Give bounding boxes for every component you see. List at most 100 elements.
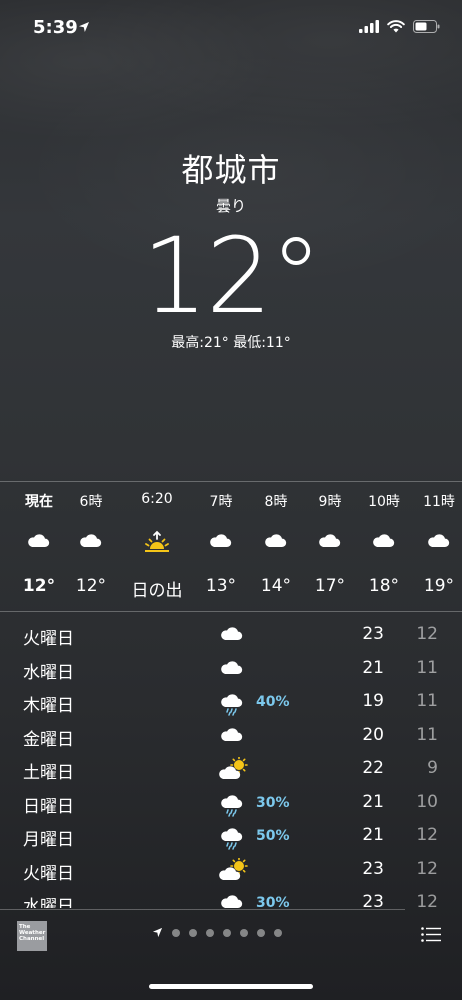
status-right — [359, 20, 440, 33]
daily-row: 木曜日 40% 19 11 — [0, 685, 462, 719]
day-name: 火曜日 — [23, 863, 74, 884]
hourly-item: 7時 13° — [191, 482, 251, 610]
daily-forecast[interactable]: 火曜日 23 12 水曜日 21 11 木曜日 40% 19 11 金曜日 20 11 土曜日 22 9 日曜日… — [0, 618, 462, 908]
daily-row: 火曜日 23 12 — [0, 853, 462, 887]
daily-row: 水曜日 21 11 — [0, 652, 462, 686]
hourly-time-label: 6時 — [79, 494, 103, 510]
low-temperature: 12 — [416, 858, 438, 879]
status-bar: 5:39 — [0, 0, 462, 56]
hourly-time-label: 11時 — [423, 494, 455, 510]
day-name: 火曜日 — [23, 629, 74, 649]
location-arrow-icon — [152, 927, 163, 938]
page-dot[interactable] — [257, 928, 265, 937]
cloud-icon — [218, 623, 246, 649]
current-weather-header: 都城市 曇り 12° 最高:21° 最低:11° — [0, 145, 462, 352]
low-temperature: 11 — [416, 657, 438, 678]
wifi-icon — [387, 20, 405, 33]
high-low-temperature: 最高:21° 最低:11° — [171, 335, 291, 351]
daily-row: 月曜日 50% 21 12 — [0, 819, 462, 853]
day-name: 土曜日 — [23, 763, 74, 783]
hourly-item: 現在 12° — [9, 482, 69, 610]
low-temperature: 12 — [416, 892, 438, 908]
low-temperature: 10 — [416, 791, 438, 812]
cloud-icon — [61, 530, 121, 552]
day-name: 日曜日 — [23, 796, 74, 817]
hourly-temperature: 12° — [75, 576, 107, 596]
cloud-icon — [246, 530, 306, 552]
hourly-item: 11時 19° — [409, 482, 462, 610]
divider — [0, 611, 462, 612]
precipitation-chance: 30% — [256, 895, 290, 908]
page-dot[interactable] — [172, 928, 180, 937]
hourly-item: 10時 18° — [354, 482, 414, 610]
partly-sunny-icon — [218, 856, 250, 886]
hourly-temperature: 13° — [205, 576, 237, 596]
page-dot[interactable] — [240, 928, 248, 937]
cloud-icon — [191, 530, 251, 552]
hourly-item: 6時 12° — [61, 482, 121, 610]
hourly-time-label: 6:20 — [141, 491, 173, 507]
high-temperature: 21 — [362, 791, 384, 812]
hourly-time-label: 8時 — [264, 494, 288, 510]
hourly-item: 8時 14° — [246, 482, 306, 610]
daily-row: 金曜日 20 11 — [0, 719, 462, 753]
status-time: 5:39 — [33, 17, 78, 38]
high-temperature: 21 — [362, 825, 384, 845]
city-name: 都城市 — [181, 151, 281, 189]
bottom-bar: The Weather Channel — [0, 910, 462, 1000]
low-temperature: 11 — [416, 724, 438, 745]
weather-channel-logo[interactable]: The Weather Channel — [17, 921, 47, 951]
cloud-icon — [218, 891, 246, 908]
day-name: 木曜日 — [23, 696, 74, 716]
page-dot[interactable] — [223, 928, 231, 937]
sunrise-icon — [127, 530, 187, 554]
day-name: 水曜日 — [23, 662, 74, 683]
hourly-time-label: 現在 — [25, 494, 53, 510]
precipitation-chance: 40% — [256, 694, 290, 710]
hourly-temperature: 12° — [22, 576, 56, 596]
hourly-item: 6:20 日の出 — [127, 482, 187, 610]
high-temperature: 23 — [362, 624, 384, 644]
low-temperature: 12 — [416, 624, 438, 644]
hourly-temperature: 日の出 — [131, 581, 183, 601]
high-temperature: 22 — [362, 758, 384, 778]
high-temperature: 23 — [362, 858, 384, 879]
day-name: 月曜日 — [23, 830, 74, 850]
hourly-temperature: 17° — [314, 576, 346, 596]
list-icon[interactable] — [421, 927, 441, 942]
weather-channel-logo-text: The Weather Channel — [19, 924, 46, 942]
high-temperature: 21 — [362, 657, 384, 678]
page-dot[interactable] — [206, 928, 214, 937]
cloud-icon — [218, 724, 246, 750]
daily-row: 土曜日 22 9 — [0, 752, 462, 786]
high-temperature: 23 — [362, 892, 384, 908]
signal-icon — [359, 20, 379, 33]
home-indicator[interactable] — [149, 984, 313, 989]
hourly-time-label: 7時 — [209, 494, 233, 510]
precipitation-chance: 30% — [256, 794, 290, 811]
page-indicator[interactable] — [152, 927, 282, 938]
daily-row: 日曜日 30% 21 10 — [0, 786, 462, 820]
hourly-forecast[interactable]: 現在 12° 6時 12° 6:20 日の出 7時 13° 8時 14° 9時 17° 10時 18° 11… — [0, 482, 462, 610]
hourly-time-label: 9時 — [318, 494, 342, 510]
precipitation-chance: 50% — [256, 828, 290, 844]
location-arrow-icon — [79, 22, 89, 32]
cloud-icon — [9, 530, 69, 552]
low-temperature: 12 — [416, 825, 438, 845]
low-temperature: 9 — [427, 758, 438, 778]
rain-cloud-icon — [218, 690, 246, 720]
page-dot[interactable] — [189, 928, 197, 937]
day-name: 水曜日 — [23, 897, 74, 908]
battery-icon — [413, 20, 440, 33]
current-temperature: 12° — [141, 215, 322, 337]
low-temperature: 11 — [416, 691, 438, 711]
cloud-icon — [300, 530, 360, 552]
rain-cloud-icon — [218, 824, 246, 854]
page-dot[interactable] — [274, 928, 282, 937]
hourly-temperature: 14° — [260, 576, 292, 596]
cloud-icon — [409, 530, 462, 552]
daily-row: 水曜日 30% 23 12 — [0, 886, 462, 908]
hourly-temperature: 19° — [423, 576, 455, 596]
cloud-icon — [218, 657, 246, 683]
cloud-icon — [354, 530, 414, 552]
